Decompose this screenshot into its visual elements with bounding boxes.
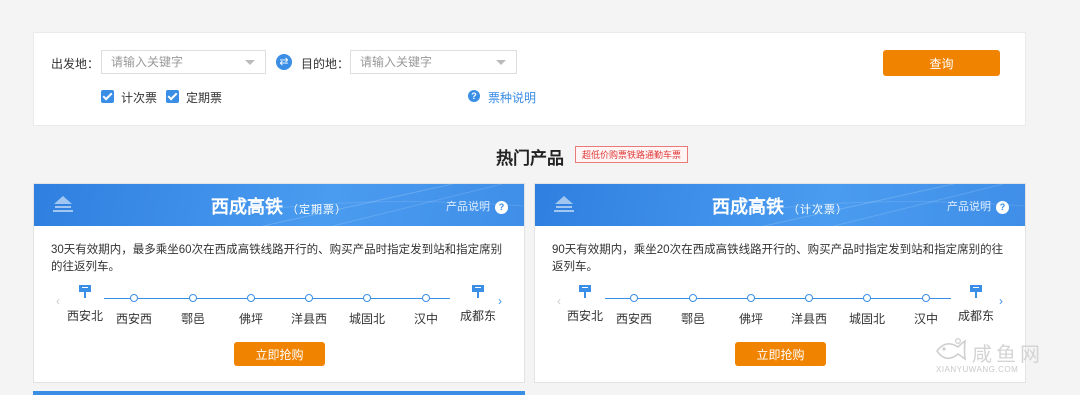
station-flag-icon: [579, 285, 591, 298]
card-header: 西成高铁 （定期票） 产品说明?: [34, 184, 524, 226]
station-name: 洋县西: [290, 312, 327, 326]
question-icon: ?: [495, 201, 508, 214]
card-header: 西成高铁 （计次票） 产品说明?: [535, 184, 1025, 226]
station-dot: [363, 294, 371, 302]
station-name: 西安西: [615, 312, 652, 326]
to-label: 目的地：: [301, 57, 350, 71]
hot-products-tag: 超低价购票铁路通勤车票: [575, 146, 689, 163]
chevron-right-icon[interactable]: ›: [999, 294, 1003, 308]
station-flag-icon: [472, 285, 484, 298]
station-dot: [863, 294, 871, 302]
product-name: 西成高铁: [712, 197, 784, 217]
question-icon[interactable]: ?: [468, 90, 480, 102]
to-select[interactable]: [350, 50, 517, 74]
station-name: 佛坪: [238, 312, 263, 326]
watermark-text: 咸鱼网: [972, 344, 1044, 366]
station-name: 洋县西: [790, 312, 827, 326]
station-flag-icon: [79, 285, 91, 298]
question-icon: ?: [996, 201, 1009, 214]
station-name: 鄠邑: [180, 312, 205, 326]
chevron-down-icon: [496, 60, 506, 65]
station-name: 城固北: [348, 312, 385, 326]
product-card-partial: [33, 391, 525, 395]
station-name: 佛坪: [738, 312, 763, 326]
chevron-left-icon[interactable]: ‹: [557, 294, 561, 308]
product-description: 30天有效期内，最多乘坐60次在西成高铁线路开行的、购买产品时指定发到站和指定席…: [51, 244, 503, 273]
watermark: 咸鱼网 XIANYUWANG.COM: [930, 335, 1065, 380]
ticket-type-help-link[interactable]: 票种说明: [488, 89, 536, 106]
station-name: 成都东: [459, 309, 496, 323]
product-help-link[interactable]: 产品说明?: [446, 198, 508, 214]
product-type: （定期票）: [287, 204, 347, 216]
station-dot: [630, 294, 638, 302]
chevron-down-icon: [245, 60, 255, 65]
route-line: [605, 298, 951, 299]
chevron-right-icon[interactable]: ›: [498, 294, 502, 308]
buy-now-button[interactable]: 立即抢购: [234, 342, 325, 366]
station-dot: [189, 294, 197, 302]
station-route: ‹ 西安北 西安西 鄠邑 佛坪 洋县西 城固北 汉中 成都东 ›: [535, 282, 1025, 332]
station-flag-icon: [970, 285, 982, 298]
station-dot: [747, 294, 755, 302]
search-panel: 出发地： ⇄ 目的地： 查询 计次票 定期票 ? 票种说明: [33, 32, 1026, 126]
station-dot: [305, 294, 313, 302]
station-name: 西安西: [115, 312, 152, 326]
count-ticket-label: 计次票: [121, 91, 158, 105]
product-type: （计次票）: [788, 204, 848, 216]
product-name: 西成高铁: [211, 197, 283, 217]
station-dot: [247, 294, 255, 302]
route-line: [104, 298, 450, 299]
station-name: 鄠邑: [680, 312, 705, 326]
from-label: 出发地：: [51, 57, 100, 71]
checkbox-period-ticket[interactable]: [166, 90, 179, 103]
station-dot: [689, 294, 697, 302]
swap-icon[interactable]: ⇄: [276, 54, 292, 70]
query-button[interactable]: 查询: [883, 50, 1000, 76]
station-dot: [422, 294, 430, 302]
buy-now-button[interactable]: 立即抢购: [735, 342, 826, 366]
product-help-link[interactable]: 产品说明?: [947, 198, 1009, 214]
product-help-label: 产品说明: [947, 201, 991, 213]
hot-products-title: 热门产品: [496, 149, 564, 168]
station-name: 成都东: [957, 309, 994, 323]
watermark-url: XIANYUWANG.COM: [936, 365, 1019, 374]
station-route: ‹ 西安北 西安西 鄠邑 佛坪 洋县西 城固北 汉中 成都东 ›: [34, 282, 524, 332]
station-dot: [805, 294, 813, 302]
from-input[interactable]: [102, 51, 252, 73]
to-input[interactable]: [351, 51, 501, 73]
fish-logo-icon: [936, 337, 967, 361]
station-dot: [922, 294, 930, 302]
product-description: 90天有效期内，乘坐20次在西成高铁线路开行的、购买产品时指定发到站和指定席别的…: [552, 244, 1004, 273]
product-help-label: 产品说明: [446, 201, 490, 213]
from-select[interactable]: [101, 50, 266, 74]
chevron-left-icon[interactable]: ‹: [56, 294, 60, 308]
station-dot: [130, 294, 138, 302]
product-card: 西成高铁 （定期票） 产品说明? 30天有效期内，最多乘坐60次在西成高铁线路开行…: [33, 183, 525, 383]
station-name: 城固北: [848, 312, 885, 326]
station-name: 汉中: [413, 312, 438, 326]
period-ticket-label: 定期票: [186, 91, 223, 105]
checkbox-count-ticket[interactable]: [101, 90, 114, 103]
